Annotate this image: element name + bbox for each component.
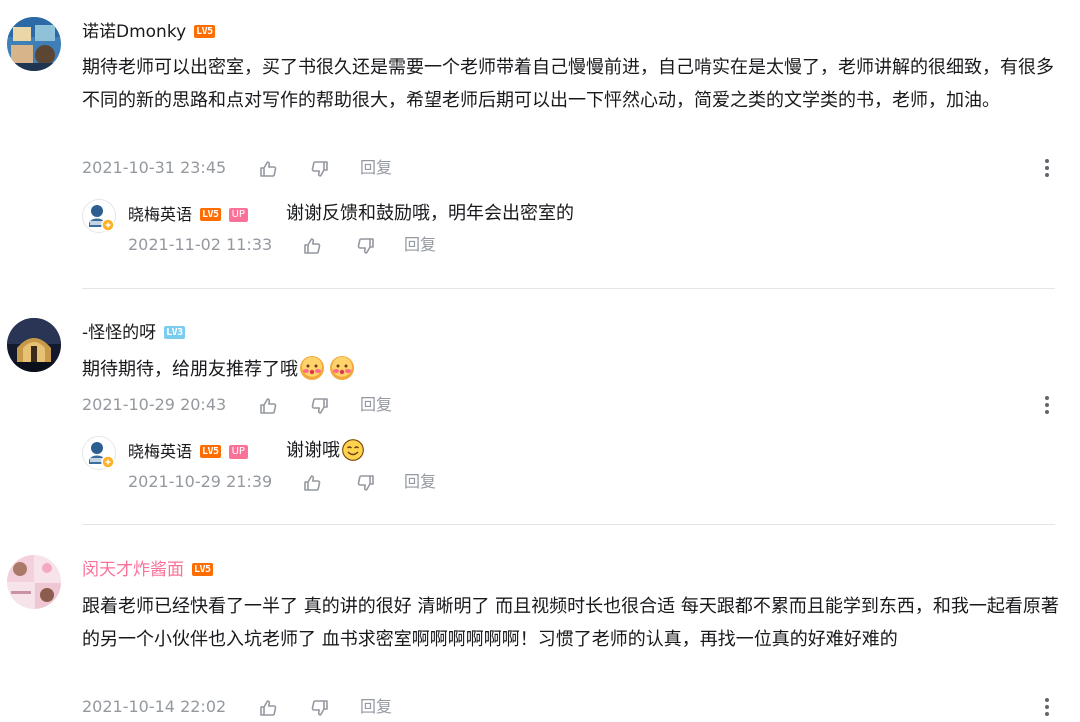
username[interactable]: 闵天才炸酱面 LV5 — [82, 559, 213, 581]
reply-button[interactable]: 回复 — [360, 395, 392, 414]
reply-username-text[interactable]: 晓梅英语 — [128, 442, 192, 461]
comment-meta: 2021-10-14 22:02 回复 — [82, 696, 392, 718]
comment-meta: 2021-10-29 20:43 回复 — [82, 394, 392, 416]
level-badge: LV5 — [192, 563, 213, 576]
username-text[interactable]: -怪怪的呀 — [82, 323, 156, 343]
reply-avatar[interactable] — [82, 436, 116, 470]
emoji-smile-icon — [342, 439, 364, 461]
like-icon[interactable] — [258, 396, 278, 416]
dislike-icon[interactable] — [356, 473, 376, 493]
level-badge: LV5 — [194, 25, 215, 38]
username[interactable]: -怪怪的呀 LV3 — [82, 322, 185, 344]
level-badge: LV3 — [164, 326, 185, 339]
comment-time: 2021-10-14 22:02 — [82, 697, 227, 716]
avatar[interactable] — [7, 318, 61, 372]
avatar[interactable] — [7, 17, 61, 71]
dislike-icon[interactable] — [310, 159, 330, 179]
comment-time: 2021-10-31 23:45 — [82, 158, 227, 177]
up-badge: UP — [228, 208, 248, 222]
reply-text: 谢谢哦 — [286, 440, 340, 461]
reply-username: 晓梅英语 LV5 UP — [128, 204, 248, 226]
comment-content: 期待老师可以出密室，买了书很久还是需要一个老师带着自己慢慢前进，自己啃实在是太慢… — [82, 57, 1054, 111]
reply-time: 2021-11-02 11:33 — [128, 235, 273, 254]
divider — [82, 524, 1055, 525]
reply-button[interactable]: 回复 — [404, 472, 436, 491]
level-badge: LV5 — [200, 208, 221, 221]
reply-username-text[interactable]: 晓梅英语 — [128, 205, 192, 224]
dislike-icon[interactable] — [310, 396, 330, 416]
dislike-icon[interactable] — [310, 698, 330, 718]
comment-content: 期待期待，给朋友推荐了哦 — [82, 353, 1062, 386]
reply-button[interactable]: 回复 — [360, 158, 392, 177]
reply-avatar[interactable] — [82, 199, 116, 233]
username[interactable]: 诺诺Dmonky LV5 — [82, 21, 215, 43]
level-badge: LV5 — [200, 445, 221, 458]
username-text[interactable]: 闵天才炸酱面 — [82, 560, 184, 580]
reply-time: 2021-10-29 21:39 — [128, 472, 273, 491]
reply-button[interactable]: 回复 — [404, 235, 436, 254]
like-icon[interactable] — [302, 236, 322, 256]
like-icon[interactable] — [302, 473, 322, 493]
reply-content: 谢谢反馈和鼓励哦，明年会出密室的 — [286, 203, 574, 224]
more-icon[interactable] — [1044, 396, 1050, 417]
more-icon[interactable] — [1044, 698, 1050, 719]
comment-time: 2021-10-29 20:43 — [82, 395, 227, 414]
emoji-blush-icon — [330, 356, 354, 380]
divider — [82, 288, 1055, 289]
emoji-blush-icon — [300, 356, 324, 380]
up-badge: UP — [228, 445, 248, 459]
comment-text: 期待期待，给朋友推荐了哦 — [82, 359, 298, 380]
comment-content: 跟着老师已经快看了一半了 真的讲的很好 清晰明了 而且视频时长也很合适 每天跟都… — [82, 596, 1059, 650]
like-icon[interactable] — [258, 159, 278, 179]
reply-meta: 2021-10-29 21:39 回复 — [128, 471, 436, 493]
comment-meta: 2021-10-31 23:45 回复 — [82, 157, 392, 179]
username-text[interactable]: 诺诺Dmonky — [82, 22, 186, 42]
more-icon[interactable] — [1044, 159, 1050, 180]
avatar[interactable] — [7, 555, 61, 609]
reply-button[interactable]: 回复 — [360, 697, 392, 716]
dislike-icon[interactable] — [356, 236, 376, 256]
reply-meta: 2021-11-02 11:33 回复 — [128, 234, 436, 256]
reply-username: 晓梅英语 LV5 UP — [128, 441, 248, 463]
like-icon[interactable] — [258, 698, 278, 718]
reply-content: 谢谢哦 — [286, 439, 364, 463]
